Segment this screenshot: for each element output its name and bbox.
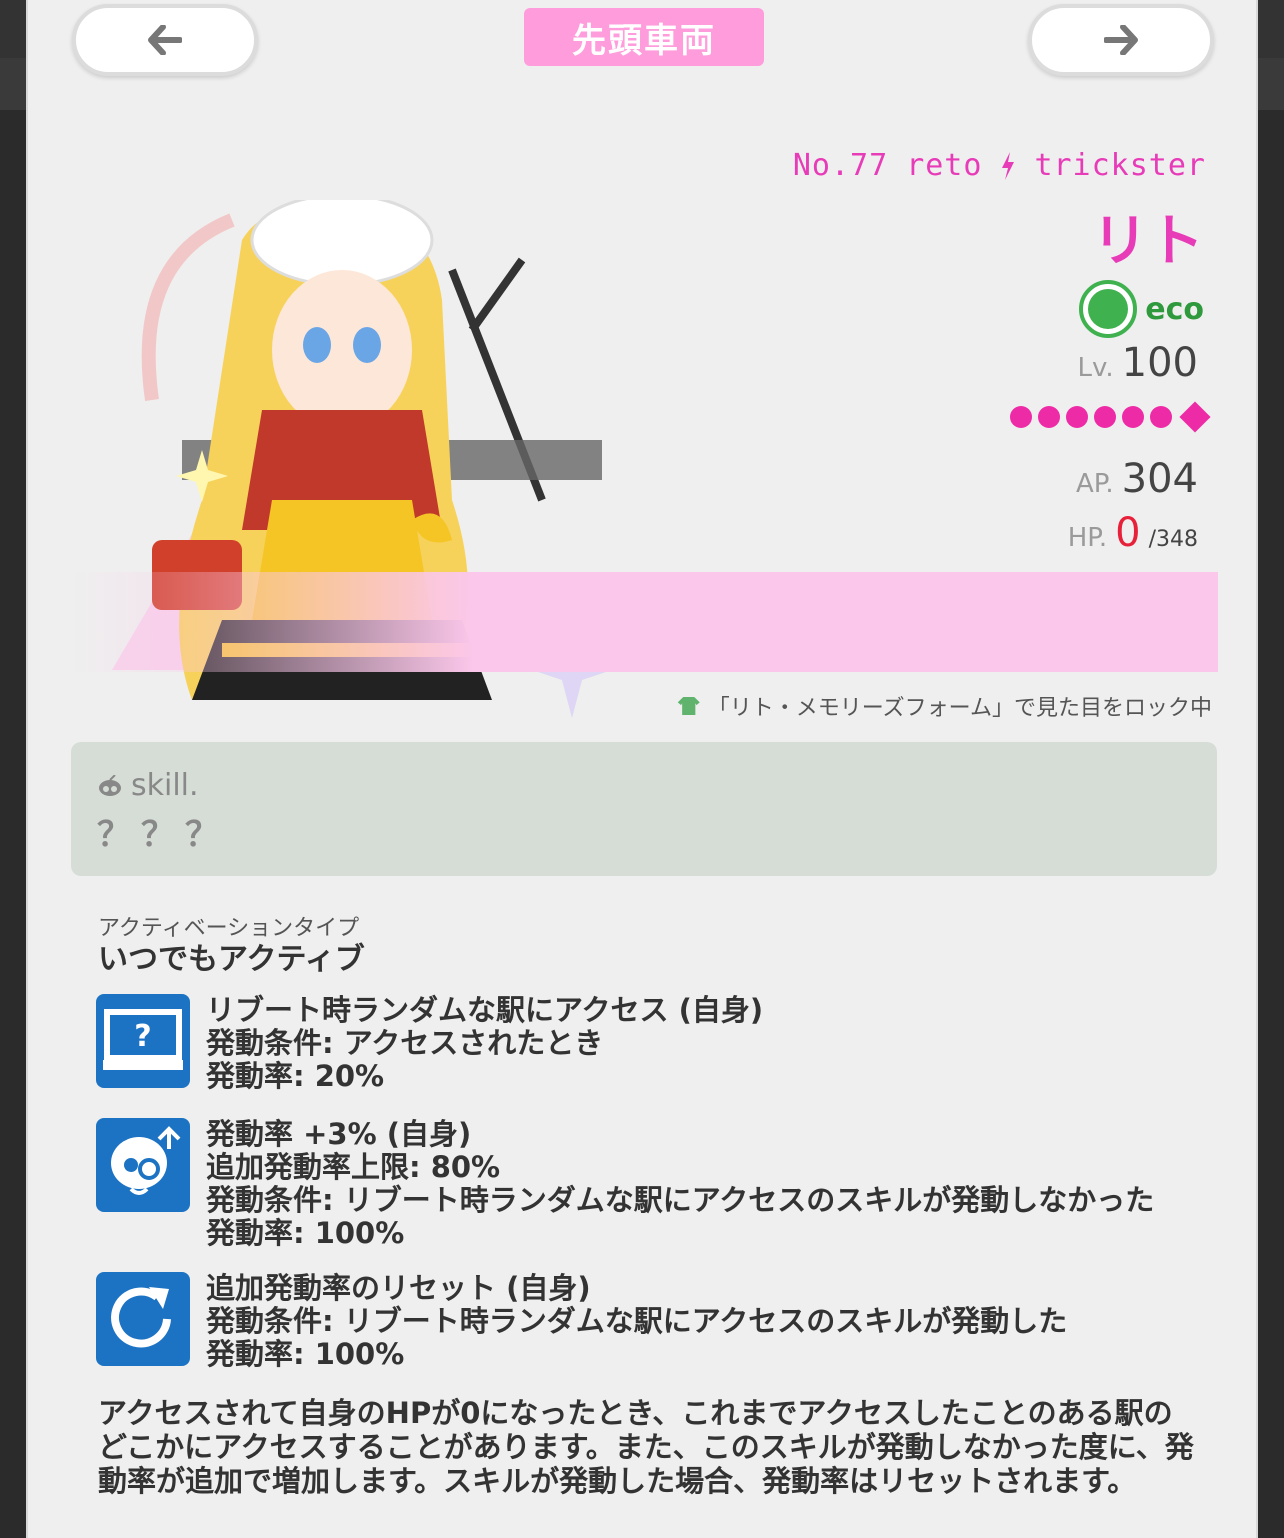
rank-dot — [1066, 406, 1088, 428]
arrow-left-icon — [148, 25, 182, 55]
level-value: 100 — [1121, 340, 1198, 386]
effect-line: 発動率: 100% — [206, 1337, 405, 1371]
pink-banner — [72, 572, 1218, 672]
rank-dot — [1094, 406, 1116, 428]
rank-indicator — [1010, 401, 1211, 433]
skill-effect: 発動率 +3% (自身) 追加発動率上限: 80% 発動条件: リブート時ランダ… — [96, 1118, 1154, 1250]
character-up-icon — [96, 1118, 190, 1212]
effect-line: リブート時ランダムな駅にアクセス (自身) — [206, 993, 764, 1027]
character-number: No.77 — [792, 148, 889, 183]
effect-line: 発動率 +3% (自身) — [206, 1117, 472, 1151]
hp-label: HP. — [1067, 523, 1108, 553]
effect-text: 追加発動率のリセット (自身) 発動条件: リブート時ランダムな駅にアクセスのス… — [206, 1272, 1067, 1371]
effect-line: 発動条件: リブート時ランダムな駅にアクセスのスキルが発動しなかった — [206, 1183, 1155, 1217]
attribute-label: eco — [1145, 291, 1204, 327]
effect-text: 発動率 +3% (自身) 追加発動率上限: 80% 発動条件: リブート時ランダ… — [206, 1118, 1154, 1250]
attribute-badge: eco — [1079, 280, 1204, 338]
rank-dot — [1122, 406, 1144, 428]
character-code: reto — [906, 148, 983, 183]
character-type: trickster — [1034, 148, 1206, 183]
effect-line: 追加発動率上限: 80% — [206, 1150, 501, 1184]
hp-current: 0 — [1115, 510, 1141, 556]
lock-note-text: 「リト・メモリーズフォーム」で見た目をロック中 — [707, 696, 1212, 721]
lightning-icon — [1002, 151, 1015, 180]
character-name: リト — [1092, 209, 1204, 274]
effect-line: 発動条件: リブート時ランダムな駅にアクセスのスキルが発動した — [206, 1304, 1068, 1338]
effect-line: 発動条件: アクセスされたとき — [206, 1026, 604, 1060]
skill-effect: ? リブート時ランダムな駅にアクセス (自身) 発動条件: アクセスされたとき … — [96, 994, 763, 1093]
hp-max: /348 — [1148, 527, 1198, 552]
rank-dot — [1010, 406, 1032, 428]
prev-button[interactable] — [72, 4, 258, 76]
skill-name: ？？？ — [97, 815, 229, 855]
ap-stat: AP. 304 — [1076, 456, 1198, 502]
skill-box: skill. ？？？ — [71, 742, 1217, 876]
ap-value: 304 — [1121, 456, 1198, 502]
arrow-right-icon — [1104, 25, 1138, 55]
monitor-question-icon: ? — [96, 994, 190, 1088]
next-button[interactable] — [1028, 4, 1214, 76]
rank-diamond — [1179, 401, 1211, 433]
level-stat: Lv. 100 — [1078, 340, 1198, 386]
character-detail-panel: 先頭車両 No.77 reto trickster リト eco Lv. 100… — [26, 0, 1258, 1538]
activation-type: いつでもアクティブ — [98, 942, 365, 977]
skill-header: skill. — [97, 768, 1217, 803]
shirt-lock-icon — [677, 697, 700, 715]
effect-line: 発動率: 100% — [206, 1216, 405, 1250]
rank-dot — [1150, 406, 1172, 428]
effect-text: リブート時ランダムな駅にアクセス (自身) 発動条件: アクセスされたとき 発動… — [206, 994, 763, 1093]
eco-attribute-icon — [1079, 280, 1138, 338]
skill-icon — [99, 774, 121, 796]
skill-label: skill. — [131, 768, 199, 803]
effect-line: 発動率: 20% — [206, 1059, 385, 1093]
skill-effect: 追加発動率のリセット (自身) 発動条件: リブート時ランダムな駅にアクセスのス… — [96, 1272, 1067, 1371]
appearance-lock-note: 「リト・メモリーズフォーム」で見た目をロック中 — [677, 690, 1212, 722]
svg-text:?: ? — [134, 1019, 151, 1054]
hp-stat: HP. 0 /348 — [1068, 510, 1198, 556]
rank-dot — [1038, 406, 1060, 428]
reset-arrow-icon — [96, 1272, 190, 1366]
lead-car-badge: 先頭車両 — [524, 8, 764, 66]
skill-description: アクセスされて自身のHPが0になったとき、これまでアクセスしたことのある駅のどこ… — [98, 1396, 1194, 1498]
ap-label: AP. — [1075, 469, 1114, 499]
effect-line: 追加発動率のリセット (自身) — [206, 1271, 591, 1305]
character-id-line: No.77 reto trickster — [793, 148, 1206, 183]
level-label: Lv. — [1077, 353, 1114, 383]
